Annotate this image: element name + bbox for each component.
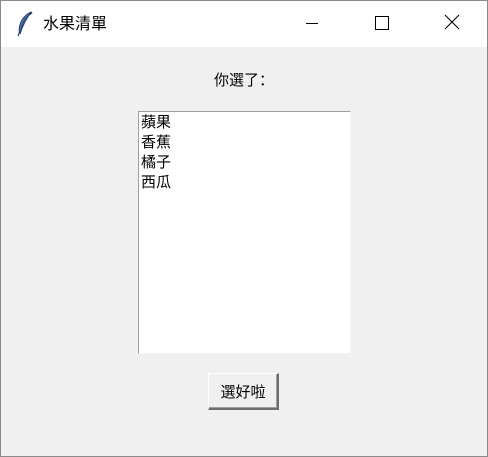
- app-window: 水果清單 你選了： 蘋果 香蕉 橘子 西瓜 選好啦: [0, 0, 488, 457]
- maximize-button[interactable]: [347, 1, 417, 47]
- done-button[interactable]: 選好啦: [208, 373, 279, 410]
- list-item[interactable]: 西瓜: [139, 172, 350, 192]
- window-title: 水果清單: [43, 14, 108, 33]
- selection-label: 你選了：: [213, 71, 274, 89]
- list-item[interactable]: 橘子: [139, 152, 350, 172]
- close-icon: [444, 14, 460, 34]
- title-bar[interactable]: 水果清單: [1, 1, 487, 47]
- list-item[interactable]: 香蕉: [139, 132, 350, 152]
- minimize-icon: [305, 15, 319, 34]
- maximize-icon: [375, 15, 389, 34]
- feather-icon: [15, 11, 35, 37]
- window-content: 你選了： 蘋果 香蕉 橘子 西瓜 選好啦: [1, 47, 487, 456]
- close-button[interactable]: [417, 1, 487, 47]
- minimize-button[interactable]: [277, 1, 347, 47]
- list-item[interactable]: 蘋果: [139, 112, 350, 132]
- fruit-listbox[interactable]: 蘋果 香蕉 橘子 西瓜: [138, 111, 351, 354]
